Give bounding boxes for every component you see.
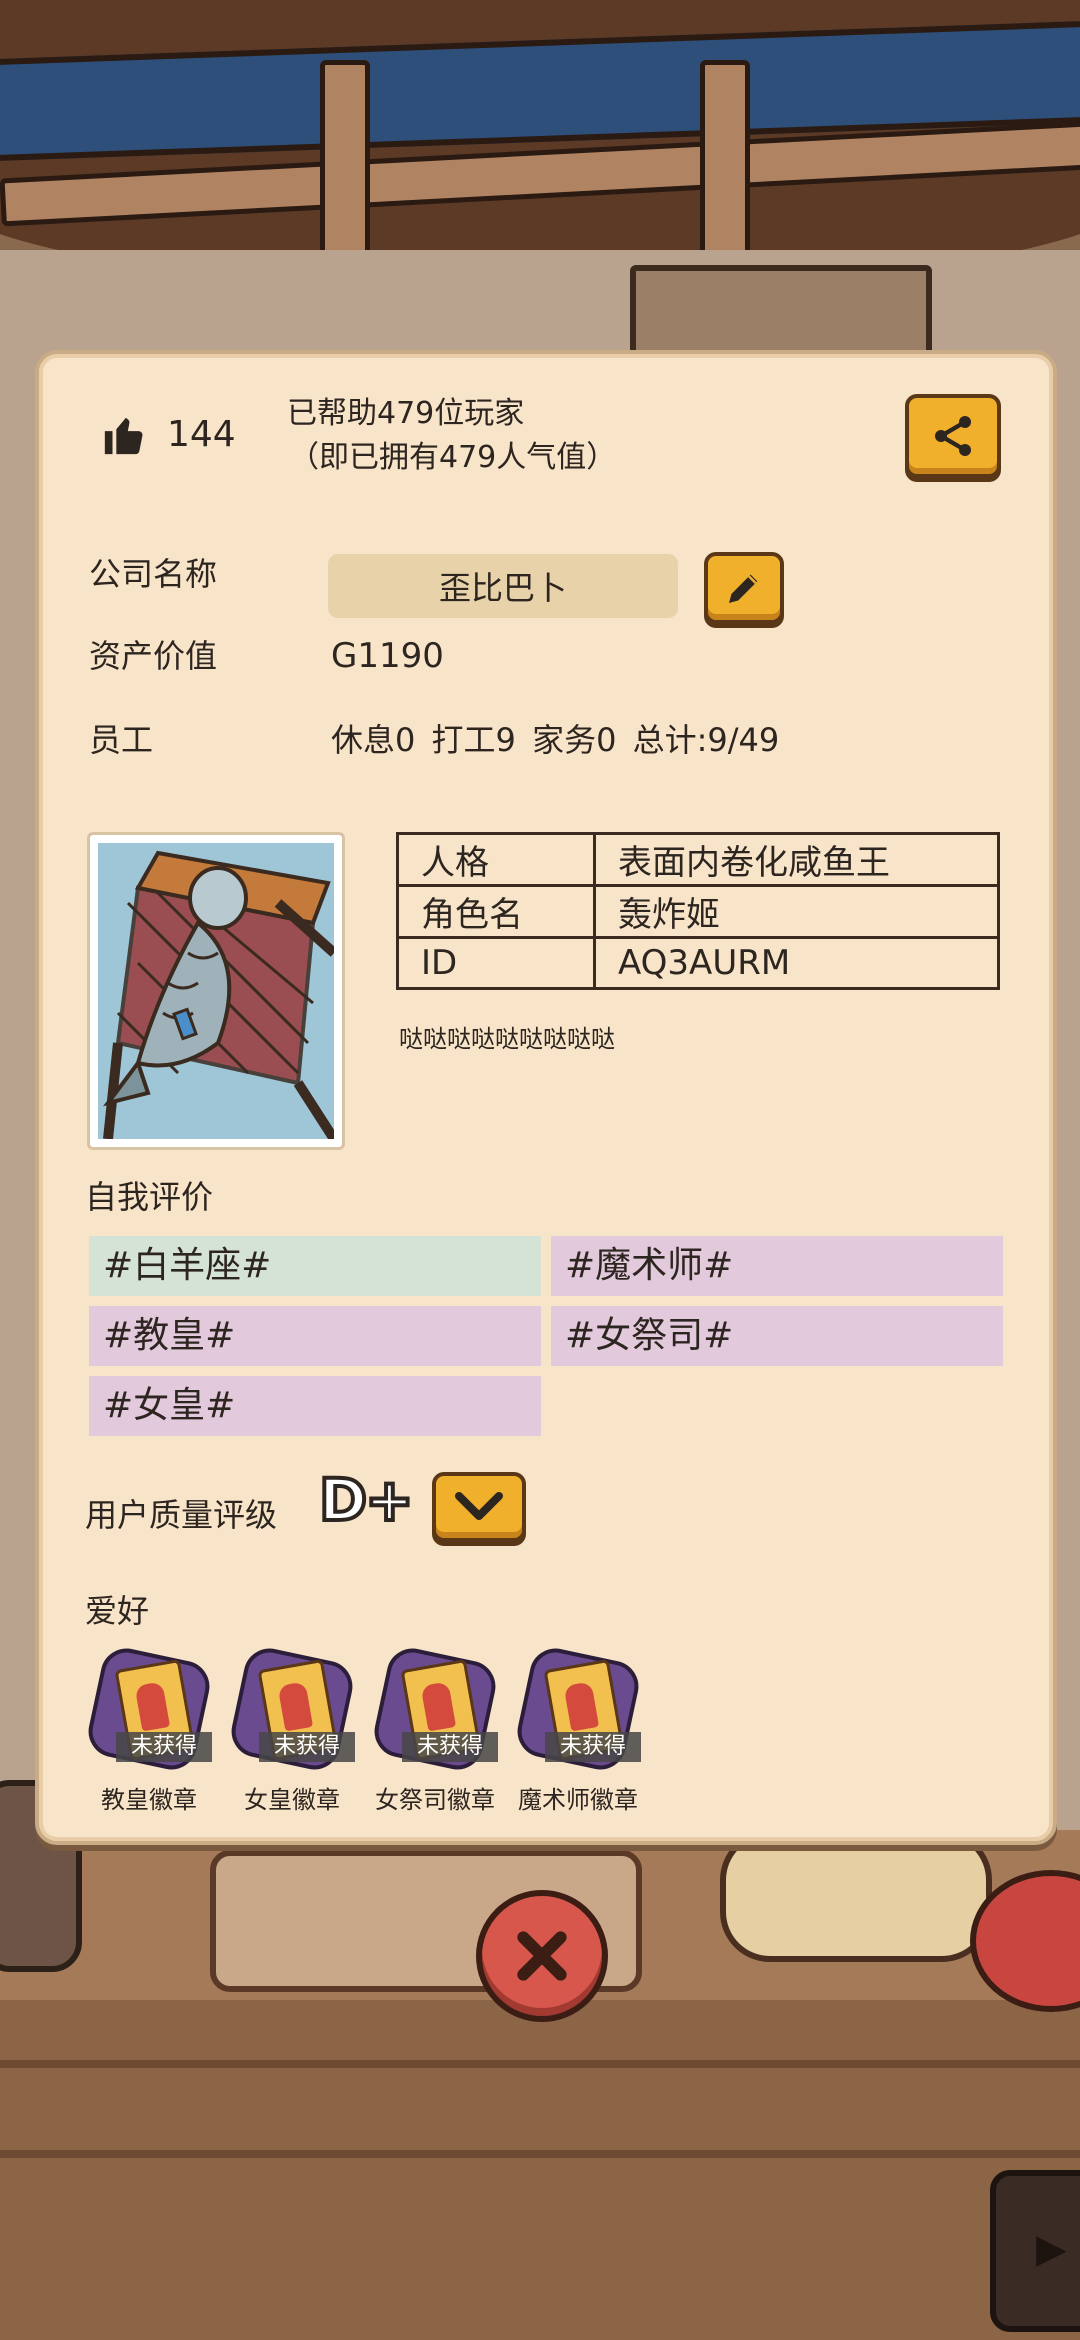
badge-name: 教皇徽章 <box>101 1786 197 1814</box>
asset-value: G1190 <box>331 636 444 676</box>
badge-name: 魔术师徽章 <box>518 1786 638 1814</box>
badge-status: 未获得 <box>402 1732 498 1762</box>
close-icon <box>517 1931 567 1981</box>
profile-panel: 144 已帮助479位玩家 （即已拥有479人气值） 公司名称 歪比巴卜 资产价… <box>35 350 1057 1845</box>
popularity-text: （即已拥有479人气值） <box>289 440 617 475</box>
badge-icon: 未获得 <box>369 1643 501 1775</box>
badge-icon: 未获得 <box>512 1643 644 1775</box>
info-value: 表面内卷化咸鱼王 <box>593 832 1000 887</box>
helped-players-text: 已帮助479位玩家 <box>287 396 525 431</box>
pillow <box>720 1830 992 1962</box>
info-key: ID <box>396 936 596 990</box>
portrait-illustration <box>98 843 334 1139</box>
character-portrait <box>87 832 345 1150</box>
badge-status: 未获得 <box>116 1732 212 1762</box>
info-row-personality: 人格 表面内卷化咸鱼王 <box>396 832 1000 887</box>
company-name-field[interactable]: 歪比巴卜 <box>328 554 678 618</box>
share-button[interactable] <box>905 394 1001 478</box>
bio-text: 哒哒哒哒哒哒哒哒哒 <box>399 1025 615 1053</box>
fish-character-in-hammock-illustration <box>98 843 334 1139</box>
info-key: 人格 <box>396 832 596 887</box>
self-eval-tag: #魔术师# <box>551 1236 1003 1296</box>
hobby-badge-empress[interactable]: 未获得 女皇徽章 <box>226 1643 358 1815</box>
play-icon: ▶ <box>1036 2226 1067 2272</box>
floor-stripe <box>0 2150 1080 2158</box>
info-row-character-name: 角色名 轰炸姬 <box>396 884 1000 939</box>
camera-device[interactable]: ▶ <box>990 2170 1080 2332</box>
edit-company-name-button[interactable] <box>704 552 784 624</box>
badge-name: 女祭司徽章 <box>375 1786 495 1814</box>
chevron-down-icon <box>455 1492 503 1520</box>
ceiling-beam <box>700 60 750 270</box>
company-name-label: 公司名称 <box>89 555 218 593</box>
badge-icon: 未获得 <box>83 1643 215 1775</box>
floor-shadow <box>0 2000 1080 2340</box>
badge-status: 未获得 <box>545 1732 641 1762</box>
badge-status: 未获得 <box>259 1732 355 1762</box>
user-rating-grade: D+ <box>317 1464 416 1536</box>
rating-expand-button[interactable] <box>432 1472 526 1542</box>
info-value: 轰炸姬 <box>593 884 1000 939</box>
thumbs-up-icon <box>104 417 143 455</box>
self-eval-tag: #教皇# <box>89 1306 541 1366</box>
staff-stats: 休息0 打工9 家务0 总计:9/49 <box>331 721 780 759</box>
character-info-table: 人格 表面内卷化咸鱼王 角色名 轰炸姬 ID AQ3AURM <box>396 832 1000 990</box>
self-eval-tag: #女皇# <box>89 1376 541 1436</box>
asset-value-label: 资产价值 <box>89 637 218 675</box>
user-rating-label: 用户质量评级 <box>85 1496 278 1534</box>
close-button[interactable] <box>476 1890 608 2022</box>
badge-name: 女皇徽章 <box>244 1786 340 1814</box>
self-eval-tag: #女祭司# <box>551 1306 1003 1366</box>
hobby-badge-magician[interactable]: 未获得 魔术师徽章 <box>512 1643 644 1815</box>
hobby-badge-high-priestess[interactable]: 未获得 女祭司徽章 <box>369 1643 501 1815</box>
staff-label: 员工 <box>89 721 154 759</box>
like-count: 144 <box>167 414 236 455</box>
badge-icon: 未获得 <box>226 1643 358 1775</box>
info-key: 角色名 <box>396 884 596 939</box>
hobbies-label: 爱好 <box>85 1592 150 1630</box>
floor-stripe <box>0 2060 1080 2068</box>
self-eval-tag: #白羊座# <box>89 1236 541 1296</box>
info-row-id: ID AQ3AURM <box>396 936 1000 990</box>
share-icon <box>935 416 971 456</box>
pencil-icon <box>729 574 758 603</box>
self-evaluation-label: 自我评价 <box>85 1178 214 1216</box>
ceiling-beam <box>320 60 370 270</box>
hobby-badge-pope[interactable]: 未获得 教皇徽章 <box>83 1643 215 1815</box>
info-value: AQ3AURM <box>593 936 1000 990</box>
